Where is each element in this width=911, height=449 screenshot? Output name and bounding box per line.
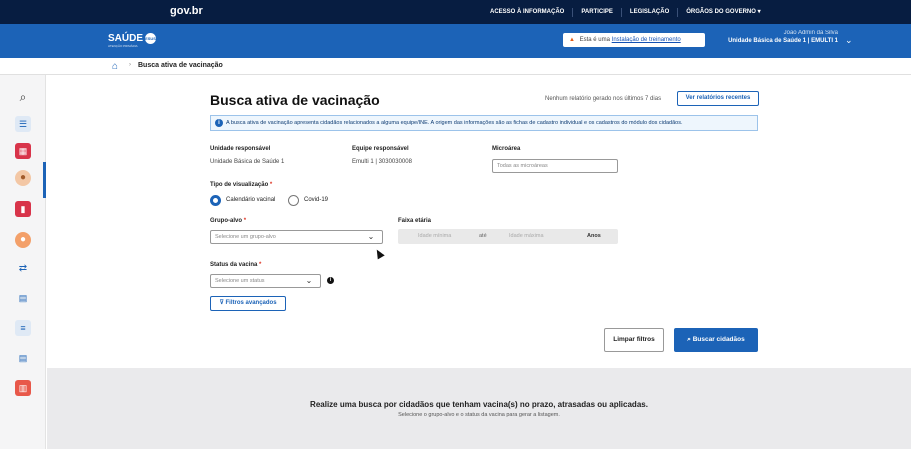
training-link[interactable]: Instalação de treinamento — [612, 37, 681, 43]
gov-link-orgaos[interactable]: ÓRGÃOS DO GOVERNO ▾ — [677, 8, 768, 17]
brand-text: SAÚDE — [108, 33, 144, 45]
chevron-right-icon: › — [129, 62, 131, 68]
radio-calendario[interactable] — [210, 195, 221, 206]
faixa-max-input[interactable]: Idade máxima — [509, 229, 544, 244]
equipe-label: Equipe responsável — [352, 146, 409, 152]
grupo-placeholder: Selecione um grupo-alvo — [215, 234, 276, 240]
search-icon[interactable]: ⌕ — [15, 89, 31, 105]
breadcrumb: ⌂ › Busca ativa de vacinação — [0, 58, 911, 75]
unidade-label: Unidade responsável — [210, 146, 271, 152]
mouse-cursor — [373, 247, 385, 260]
calendar-icon[interactable]: ▦ — [15, 143, 31, 159]
required-mark: * — [259, 262, 262, 268]
brand-subtitle: ATENÇÃO PRIMÁRIA — [108, 44, 138, 49]
required-mark: * — [243, 218, 247, 224]
advanced-filters-label: Filtros avançados — [225, 300, 277, 306]
training-alert: ▲ Esta é uma Instalação de treinamento — [563, 33, 705, 47]
advanced-filters-button[interactable]: ⊽ Filtros avançados — [210, 296, 286, 311]
search-button-label: Buscar cidadãos — [692, 336, 745, 343]
grupo-label: Grupo-alvo * — [210, 218, 246, 224]
faixa-label: Faixa etária — [398, 218, 432, 224]
user-name: João Admin da Silva — [783, 30, 838, 36]
gov-link-acesso[interactable]: ACESSO À INFORMAÇÃO — [482, 8, 572, 17]
gov-logo[interactable]: gov.br — [170, 5, 203, 17]
breadcrumb-current: Busca ativa de vacinação — [138, 62, 223, 69]
alert-text: Esta é uma — [579, 37, 610, 43]
table-person-icon[interactable]: ▤ — [15, 350, 31, 366]
table-search-icon[interactable]: ▤ — [15, 290, 31, 306]
equipe-value: Emulti 1 | 3030030008 — [352, 159, 412, 165]
info-icon[interactable]: i — [327, 277, 334, 284]
warning-icon: ▲ — [569, 37, 575, 43]
info-text: A busca ativa de vacinação apresenta cid… — [226, 120, 683, 126]
home-icon[interactable]: ⌂ — [112, 61, 118, 72]
radio-covid-label[interactable]: Covid-19 — [304, 197, 328, 203]
person-icon[interactable]: ● — [15, 232, 31, 248]
transfer-icon[interactable]: ⇄ — [15, 261, 31, 277]
status-placeholder: Selecione um status — [215, 278, 265, 284]
radio-calendario-label[interactable]: Calendário vacinal — [226, 197, 275, 203]
empty-state-title: Realize uma busca por cidadãos que tenha… — [310, 400, 648, 409]
filter-icon: ⊽ — [219, 300, 224, 306]
microarea-label: Microárea — [492, 146, 521, 152]
app-logo[interactable]: SAÚDE ESUS ATENÇÃO PRIMÁRIA — [108, 33, 157, 49]
gov-links: ACESSO À INFORMAÇÃO PARTICIPE LEGISLAÇÃO… — [482, 8, 769, 17]
chevron-down-icon[interactable]: ⌄ — [845, 35, 853, 46]
faixa-ate: até — [479, 233, 487, 239]
status-label-text: Status da vacina — [210, 262, 258, 268]
gov-link-participe[interactable]: PARTICIPE — [572, 8, 621, 17]
unidade-value: Unidade Básica de Saúde 1 — [210, 159, 285, 165]
faixa-range: Idade mínima até Idade máxima Anos — [398, 229, 618, 244]
faixa-min-input[interactable]: Idade mínima — [418, 229, 451, 244]
active-indicator — [43, 162, 46, 198]
grupo-select[interactable]: Selecione um grupo-alvo ⌄ — [210, 230, 383, 244]
user-unit: Unidade Básica de Saúde 1 | EMULTI 1 — [728, 38, 838, 44]
microarea-input[interactable]: Todas as microáreas — [492, 159, 618, 173]
search-list-icon[interactable]: ☰ — [15, 116, 31, 132]
user-menu[interactable]: João Admin da Silva Unidade Básica de Sa… — [710, 30, 838, 44]
tipo-label: Tipo de visualização * — [210, 182, 272, 188]
empty-state: Realize uma busca por cidadãos que tenha… — [47, 368, 911, 449]
brand-badge: ESUS — [145, 33, 157, 44]
clear-filters-button[interactable]: Limpar filtros — [604, 328, 664, 352]
app-header: SAÚDE ESUS ATENÇÃO PRIMÁRIA ▲ Esta é uma … — [0, 24, 911, 58]
info-banner: i A busca ativa de vacinação apresenta c… — [210, 115, 758, 131]
required-mark: * — [269, 182, 273, 188]
report-icon[interactable]: ▥ — [15, 380, 31, 396]
tipo-label-text: Tipo de visualização — [210, 182, 269, 188]
report-note: Nenhum relatório gerado nos últimos 7 di… — [545, 96, 662, 102]
book-icon[interactable]: ▮ — [15, 201, 31, 217]
grupo-label-text: Grupo-alvo — [210, 218, 243, 224]
list-icon[interactable]: ≡ — [15, 320, 31, 336]
empty-state-subtitle: Selecione o grupo-alvo e o status da vac… — [398, 412, 560, 418]
chevron-down-icon[interactable]: ⌄ — [298, 275, 320, 287]
gov-link-legislacao[interactable]: LEGISLAÇÃO — [620, 8, 677, 17]
chevron-down-icon[interactable]: ⌄ — [360, 231, 382, 243]
gov-bar: gov.br ACESSO À INFORMAÇÃO PARTICIPE LEG… — [0, 0, 911, 24]
search-icon: ⌕ — [687, 336, 691, 343]
status-select[interactable]: Selecione um status ⌄ — [210, 274, 321, 288]
person-search-icon[interactable]: ● — [15, 170, 31, 186]
page-title: Busca ativa de vacinação — [210, 92, 380, 108]
faixa-unit[interactable]: Anos — [587, 229, 601, 244]
radio-covid[interactable] — [288, 195, 299, 206]
info-icon: i — [215, 119, 223, 127]
status-label: Status da vacina * — [210, 262, 261, 268]
search-button[interactable]: ⌕ Buscar cidadãos — [674, 328, 758, 352]
recent-reports-button[interactable]: Ver relatórios recentes — [677, 91, 759, 106]
sidebar: ⌕ ☰ ▦ ● ▮ ● ⇄ ▤ ≡ ▤ ▥ — [0, 75, 46, 449]
